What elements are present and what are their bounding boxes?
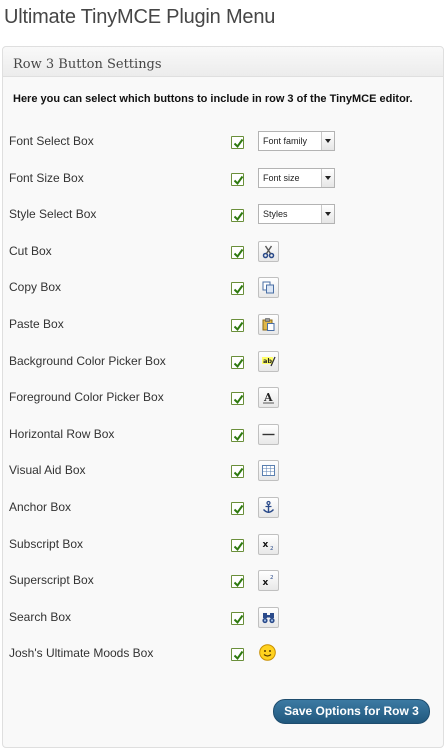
- include-checkbox[interactable]: [231, 611, 244, 625]
- settings-row: Search Box: [0, 606, 440, 631]
- visual-aid-icon: [258, 460, 279, 482]
- include-checkbox[interactable]: [231, 172, 244, 186]
- row-label: Search Box: [9, 609, 72, 624]
- settings-row: Font Size Box Font size: [0, 167, 440, 192]
- settings-row: Style Select Box Styles: [0, 204, 440, 228]
- row-label: Background Color Picker Box: [9, 353, 166, 368]
- dropdown-label: Font family: [263, 136, 308, 146]
- preview-dropdown: Styles: [258, 204, 335, 225]
- settings-row: Background Color Picker Box ab: [0, 350, 440, 375]
- row-label: Paste Box: [9, 317, 64, 331]
- horizontal-rule-icon: [258, 423, 279, 445]
- row-label: Horizontal Row Box: [9, 426, 115, 441]
- settings-row: Foreground Color Picker Box A: [0, 387, 440, 411]
- superscript-icon: x2: [258, 570, 279, 592]
- include-checkbox[interactable]: [231, 245, 244, 259]
- background-color-icon: ab: [258, 350, 279, 372]
- include-checkbox[interactable]: [231, 355, 244, 369]
- save-options-button[interactable]: Save Options for Row 3: [273, 699, 430, 724]
- row-label: Josh's Ultimate Moods Box: [9, 646, 154, 661]
- settings-row: Anchor Box: [0, 497, 440, 521]
- row-label: Copy Box: [9, 280, 62, 295]
- svg-text:2: 2: [270, 546, 274, 552]
- panel-description: Here you can select which buttons to inc…: [13, 93, 413, 105]
- settings-row: Visual Aid Box: [0, 460, 440, 484]
- chevron-down-icon: [321, 205, 334, 224]
- svg-text:x: x: [263, 540, 269, 550]
- settings-row: Copy Box: [0, 277, 440, 301]
- smiley-icon: [258, 643, 279, 664]
- panel-header: Row 3 Button Settings: [3, 47, 443, 77]
- row-label: Font Select Box: [9, 134, 94, 148]
- anchor-icon: [258, 497, 279, 518]
- include-checkbox[interactable]: [231, 282, 244, 296]
- preview-dropdown: Font size: [258, 167, 335, 188]
- row-label: Style Select Box: [9, 207, 97, 222]
- settings-row: Paste Box: [0, 314, 440, 338]
- row-label: Font Size Box: [9, 170, 84, 185]
- include-checkbox[interactable]: [231, 575, 244, 589]
- include-checkbox[interactable]: [231, 502, 244, 515]
- paste-icon: [258, 314, 279, 335]
- include-checkbox[interactable]: [231, 392, 244, 406]
- include-checkbox[interactable]: [231, 428, 244, 442]
- dropdown-label: Styles: [263, 209, 288, 220]
- include-checkbox[interactable]: [231, 648, 244, 662]
- row-label: Subscript Box: [9, 536, 84, 551]
- row-label: Visual Aid Box: [9, 463, 86, 478]
- foreground-color-icon: A: [258, 387, 279, 409]
- cut-icon: [258, 240, 279, 262]
- svg-text:x: x: [263, 578, 269, 588]
- chevron-down-icon: [321, 132, 334, 150]
- settings-row: Subscript Box x 2: [0, 533, 440, 558]
- subscript-icon: x2: [258, 533, 279, 555]
- include-checkbox[interactable]: [231, 465, 244, 479]
- svg-text:A: A: [263, 391, 273, 404]
- row-label: Cut Box: [9, 243, 52, 258]
- row-label: Superscript Box: [9, 573, 94, 588]
- svg-text:2: 2: [270, 575, 274, 581]
- row-label: Foreground Color Picker Box: [9, 390, 164, 405]
- page-title: Ultimate TinyMCE Plugin Menu: [4, 6, 276, 28]
- copy-icon: [258, 277, 279, 299]
- chevron-down-icon: [321, 168, 334, 187]
- dropdown-label: Font size: [263, 172, 300, 183]
- preview-dropdown: Font family: [258, 131, 335, 151]
- settings-row: Cut Box: [0, 240, 440, 265]
- settings-row: Superscript Box x 2: [0, 570, 440, 594]
- include-checkbox[interactable]: [231, 538, 244, 552]
- search-binoculars-icon: [258, 606, 279, 628]
- include-checkbox[interactable]: [231, 209, 244, 223]
- include-checkbox[interactable]: [231, 136, 244, 149]
- panel-title: Row 3 Button Settings: [13, 57, 162, 72]
- settings-row: Horizontal Row Box: [0, 423, 440, 448]
- svg-text:ab: ab: [263, 357, 272, 365]
- settings-row: Font Select Box Font family: [0, 131, 440, 155]
- settings-row: Josh's Ultimate Moods Box: [0, 643, 440, 667]
- row-label: Anchor Box: [9, 500, 72, 514]
- include-checkbox[interactable]: [231, 319, 244, 332]
